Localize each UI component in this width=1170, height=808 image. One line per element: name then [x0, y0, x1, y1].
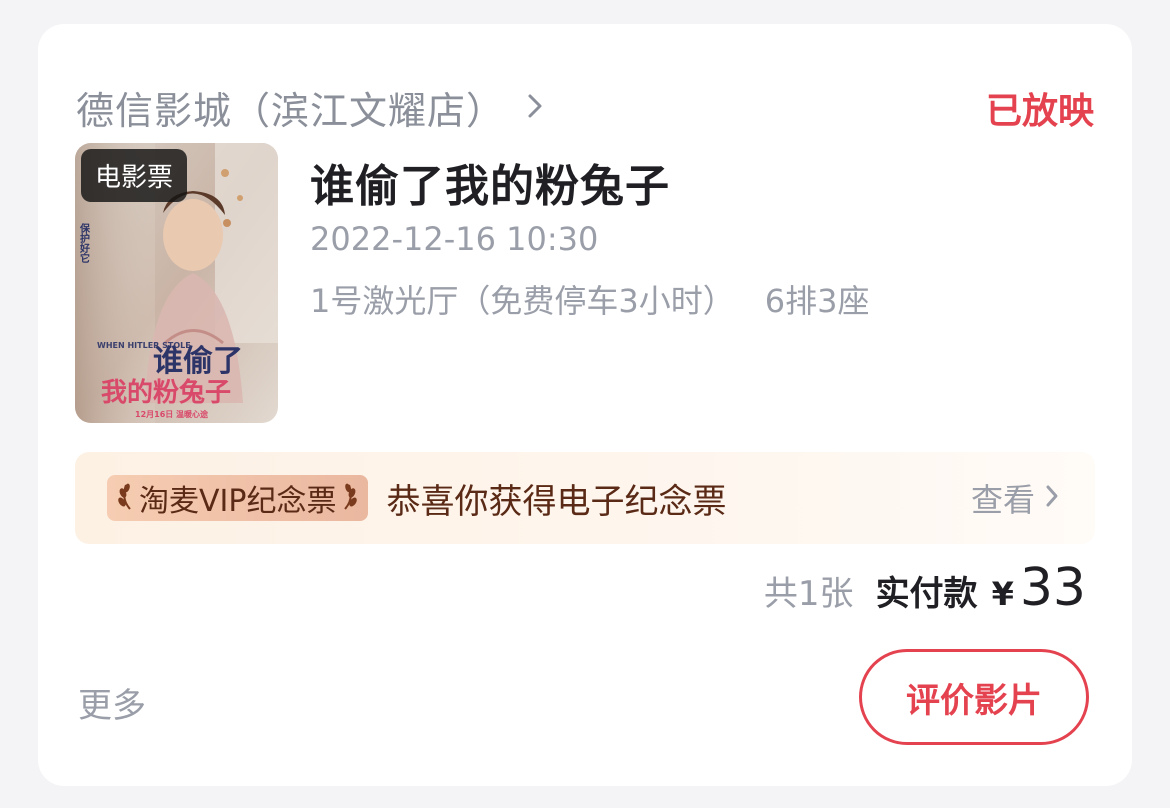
poster-title-line2: 我的粉兔子	[101, 377, 231, 408]
vip-tag-label: 淘麦VIP纪念票	[139, 484, 337, 519]
vip-tag: 淘麦VIP纪念票	[107, 475, 369, 521]
ticket-count: 共1张	[763, 574, 854, 614]
showtime: 2022-12-16 10:30	[310, 220, 599, 258]
vip-message: 恭喜你获得电子纪念票	[386, 481, 727, 522]
seat-info: 6排3座	[764, 282, 870, 320]
chevron-right-icon	[1045, 484, 1059, 512]
vip-view-label: 查看	[970, 481, 1035, 519]
hall-seat-info: 1号激光厅（免费停车3小时） 6排3座	[310, 276, 869, 322]
order-status: 已放映	[985, 91, 1094, 132]
more-button[interactable]: 更多	[78, 678, 146, 727]
vip-view-link[interactable]: 查看	[971, 452, 1059, 544]
movie-title: 谁偷了我的粉兔子	[310, 161, 670, 212]
vip-souvenir-banner[interactable]: 淘麦VIP纪念票 恭喜你获得电子纪念票 查看	[75, 452, 1095, 544]
ticket-type-badge: 电影票	[81, 149, 188, 202]
currency-symbol: ¥	[991, 575, 1014, 613]
payment-summary: 共1张 实付款 ¥ 33	[764, 558, 1086, 618]
movie-poster[interactable]: WHEN HITLER STOLE 谁偷了 我的粉兔子 12月16日 温暖心途 …	[75, 143, 278, 423]
laurel-left-icon	[117, 481, 135, 515]
poster-release-note: 12月16日 温暖心途	[135, 409, 209, 419]
paid-label: 实付款	[875, 574, 978, 614]
order-card: 德信影城（滨江文耀店） 已放映 WHEN HITLER STOLE 谁偷了 我的…	[38, 24, 1132, 786]
cinema-link[interactable]: 德信影城（滨江文耀店）	[76, 80, 543, 135]
review-movie-button[interactable]: 评价影片	[859, 649, 1089, 745]
poster-title-line1: 谁偷了	[153, 344, 243, 379]
laurel-right-icon	[340, 481, 358, 515]
chevron-right-icon	[527, 93, 543, 123]
cinema-name: 德信影城（滨江文耀店）	[76, 89, 506, 133]
hall-name: 1号激光厅（免费停车3小时）	[310, 282, 735, 320]
paid-amount: 33	[1019, 558, 1086, 618]
